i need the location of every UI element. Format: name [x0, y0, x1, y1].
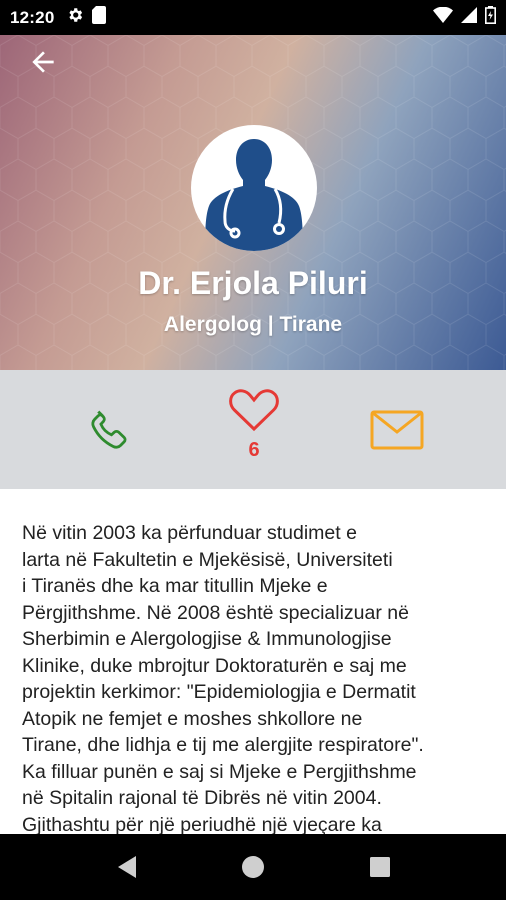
bio-line: projektin kerkimor: "Epidemiologjia e De… — [22, 681, 416, 703]
back-triangle-icon — [118, 856, 136, 878]
bio-line: Në vitin 2003 ka përfunduar studimet e — [22, 522, 357, 544]
bio-line: i Tiranës dhe ka mar titullin Mjeke e — [22, 575, 328, 597]
call-button[interactable] — [84, 404, 136, 456]
action-bar: 6 — [0, 370, 506, 489]
bio-line: Sherbimin e Alergologjise & Immunologjis… — [22, 628, 392, 650]
bio-line: Atopik ne femjet e moshes shkollore ne — [22, 707, 363, 730]
back-button[interactable] — [24, 43, 62, 81]
recents-square-icon — [370, 857, 390, 877]
nav-home-button[interactable] — [238, 852, 268, 882]
like-button[interactable]: 6 — [226, 388, 282, 468]
gear-icon — [66, 6, 84, 29]
bio-line: Tirane, dhe lidhja e tij me alergjite re… — [22, 734, 424, 756]
bio-line: larta në Fakultetin e Mjekësisë, Univers… — [22, 548, 393, 571]
bio-line: Përgjithshme. Në 2008 është specializuar… — [22, 601, 409, 624]
profile-header: Dr. Erjola Piluri Alergolog | Tirane — [0, 35, 506, 370]
heart-icon — [229, 389, 279, 432]
email-button[interactable] — [370, 408, 424, 452]
nav-back-button[interactable] — [112, 852, 142, 882]
sim-card-icon — [92, 6, 107, 29]
bio-line: Klinike, duke mbrojtur Doktoraturën e sa… — [22, 654, 407, 677]
arrow-left-icon — [32, 51, 54, 73]
like-count: 6 — [248, 439, 260, 461]
bio-line: në Spitalin rajonal të Dibrës në vitin 2… — [22, 787, 382, 809]
biography-text: Në vitin 2003 ka përfunduar studimet e l… — [22, 520, 490, 834]
bio-line: Ka filluar punën e saj si Mjeke e Pergji… — [22, 760, 417, 783]
signal-icon — [461, 7, 477, 28]
home-circle-icon — [242, 856, 264, 878]
doctor-specialty-city: Alergolog | Tirane — [163, 313, 343, 336]
doctor-avatar — [191, 125, 317, 251]
battery-icon — [485, 6, 496, 29]
status-time: 12:20 — [10, 7, 55, 27]
nav-recents-button[interactable] — [365, 852, 395, 882]
wifi-icon — [433, 6, 453, 28]
mail-icon — [370, 410, 424, 450]
bio-line: Gjithashtu për një periudhë një vjeçare … — [22, 813, 382, 835]
doctor-name: Dr. Erjola Piluri — [138, 265, 368, 301]
doctor-avatar-icon — [205, 139, 303, 251]
phone-icon — [91, 410, 127, 449]
system-navigation-bar — [0, 834, 506, 900]
status-bar: 12:20 — [0, 0, 506, 35]
